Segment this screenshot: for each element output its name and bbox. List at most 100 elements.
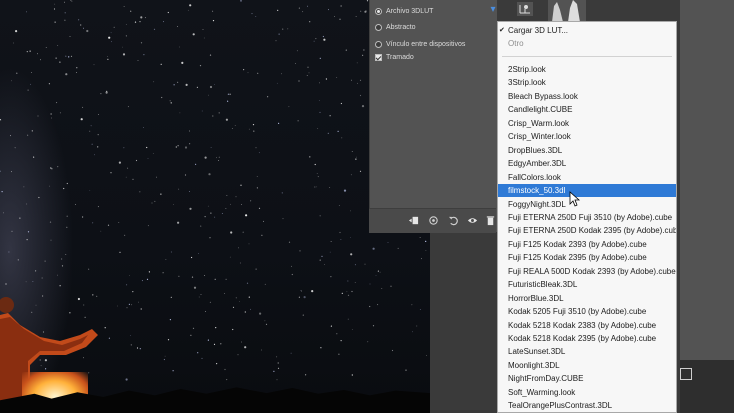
star — [230, 231, 233, 234]
radio-3dlut-file[interactable] — [375, 7, 382, 15]
radio-device-link[interactable] — [375, 40, 382, 48]
star — [291, 273, 293, 276]
menu-item-lut[interactable]: filmstock_50.3dl — [498, 184, 676, 198]
star — [288, 241, 291, 243]
star — [363, 49, 365, 51]
star — [129, 275, 130, 276]
star — [110, 172, 112, 174]
star — [391, 349, 394, 352]
menu-item-lut[interactable]: Fuji F125 Kodak 2393 (by Adobe).cube — [498, 238, 676, 251]
star — [11, 230, 13, 232]
checkbox-dither[interactable] — [375, 53, 382, 61]
menu-item-lut[interactable]: DropBlues.3DL — [498, 144, 676, 157]
view-previous-icon[interactable] — [427, 214, 439, 226]
star — [340, 340, 342, 342]
menu-item-lut[interactable]: HorrorBlue.3DL — [498, 292, 676, 305]
menu-item-lut[interactable]: Moonlight.3DL — [498, 359, 676, 372]
menu-item-lut[interactable]: Fuji F125 Kodak 2395 (by Adobe).cube — [498, 251, 676, 264]
star — [108, 36, 111, 39]
star — [75, 204, 76, 205]
star — [300, 290, 302, 291]
menu-item-lut[interactable]: NightFromDay.CUBE — [498, 372, 676, 385]
star — [200, 225, 202, 227]
menu-item-lut[interactable]: 2Strip.look — [498, 63, 676, 76]
star — [119, 251, 121, 253]
option-3dlut-file[interactable]: Archivo 3DLUT — [375, 4, 433, 18]
star — [329, 251, 331, 253]
menu-item-lut[interactable]: Candlelight.CUBE — [498, 103, 676, 116]
menu-item-lut[interactable]: Crisp_Winter.look — [498, 130, 676, 143]
menu-item-lut[interactable]: LateSunset.3DL — [498, 345, 676, 358]
option-dither[interactable]: Tramado — [375, 50, 414, 64]
star — [97, 134, 99, 136]
star — [147, 158, 149, 159]
star — [169, 319, 171, 321]
star — [321, 255, 323, 257]
star — [318, 100, 320, 101]
visibility-eye-icon[interactable] — [466, 214, 478, 226]
star — [25, 281, 27, 283]
menu-item-lut[interactable]: Bleach Bypass.look — [498, 90, 676, 103]
menu-item-lut[interactable]: Kodak 5218 Kodak 2395 (by Adobe).cube — [498, 332, 676, 345]
star — [350, 253, 353, 256]
menu-item-lut[interactable]: TealOrangePlusContrast.3DL — [498, 399, 676, 412]
star — [299, 250, 301, 252]
star — [70, 55, 73, 58]
star — [136, 347, 139, 349]
menu-item-load-3d-lut[interactable]: Cargar 3D LUT... — [498, 24, 676, 37]
trash-icon[interactable] — [484, 214, 496, 226]
clip-to-layer-icon[interactable] — [407, 214, 419, 226]
star — [82, 106, 84, 108]
menu-item-lut[interactable]: Kodak 5218 Kodak 2383 (by Adobe).cube — [498, 319, 676, 332]
star — [302, 11, 304, 13]
star — [245, 214, 248, 217]
star — [86, 29, 89, 33]
dropdown-caret-icon[interactable]: ▾ — [488, 3, 498, 17]
menu-item-lut[interactable]: Fuji REALA 500D Kodak 2393 (by Adobe).cu… — [498, 265, 676, 278]
star — [57, 274, 58, 276]
star — [346, 291, 348, 293]
menu-item-lut[interactable]: EdgyAmber.3DL — [498, 157, 676, 170]
star — [26, 11, 27, 13]
mouse-cursor-icon — [569, 191, 581, 207]
star — [135, 159, 138, 162]
star — [230, 203, 232, 205]
menu-item-lut[interactable]: FallColors.look — [498, 171, 676, 184]
star — [360, 10, 362, 12]
star — [123, 6, 125, 7]
menu-item-lut[interactable]: 3Strip.look — [498, 76, 676, 89]
star — [275, 40, 277, 42]
star — [107, 58, 109, 61]
star — [350, 210, 351, 212]
star — [124, 234, 126, 236]
star — [247, 72, 249, 74]
menu-item-lut[interactable]: Soft_Warming.look — [498, 386, 676, 399]
star — [359, 94, 362, 97]
star — [253, 130, 255, 132]
radio-abstract[interactable] — [375, 23, 382, 31]
star — [143, 127, 144, 128]
star — [356, 156, 357, 158]
star — [259, 312, 262, 315]
star — [123, 147, 125, 149]
star — [232, 328, 234, 331]
option-device-link[interactable]: Vínculo entre dispositivos — [375, 37, 465, 51]
targeted-adjustment-icon[interactable] — [517, 2, 533, 16]
option-abstract[interactable]: Abstracto — [375, 20, 416, 34]
menu-item-lut[interactable]: Kodak 5205 Fuji 3510 (by Adobe).cube — [498, 305, 676, 318]
star — [163, 21, 164, 23]
star — [200, 294, 202, 295]
star — [239, 262, 241, 264]
star — [354, 264, 356, 266]
menu-item-lut[interactable]: Crisp_Warm.look — [498, 117, 676, 130]
star — [167, 339, 170, 341]
crop-frame-icon[interactable] — [680, 368, 692, 380]
menu-item-lut[interactable]: FuturisticBleak.3DL — [498, 278, 676, 291]
star — [226, 195, 228, 196]
star — [40, 59, 41, 61]
menu-item-lut[interactable]: Fuji ETERNA 250D Kodak 2395 (by Adobe).c… — [498, 224, 676, 237]
menu-item-lut[interactable]: Fuji ETERNA 250D Fuji 3510 (by Adobe).cu… — [498, 211, 676, 224]
reset-icon[interactable] — [447, 214, 459, 226]
menu-item-lut[interactable]: FoggyNight.3DL — [498, 198, 676, 211]
star — [37, 115, 39, 117]
